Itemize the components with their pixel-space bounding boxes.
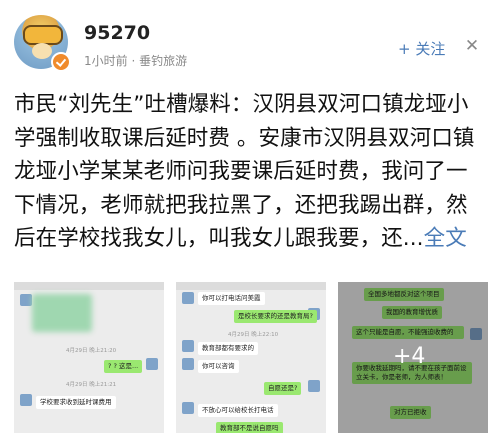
chat-avatar (182, 358, 194, 370)
gallery-image-1[interactable]: 4月29日 晚上21:20 ? ? 这是... 4月29日 晚上21:21 学校… (14, 282, 164, 433)
follow-button[interactable]: + 关注 (398, 38, 445, 59)
post-body: 市民“刘先生”吐槽爆料：汉阴县双河口镇龙垭小学强制收取课后延时费 。安康市汉阴县… (14, 88, 488, 256)
blurred-image (32, 294, 92, 332)
chat-bubble: 是校长要求的还是教育局? (234, 310, 317, 323)
avatar-mascot-graphic (23, 25, 63, 45)
chat-avatar (146, 358, 158, 370)
image-gallery: 4月29日 晚上21:20 ? ? 这是... 4月29日 晚上21:21 学校… (14, 282, 488, 433)
close-icon[interactable]: ✕ (462, 36, 482, 56)
chat-bubble: ? ? 这是... (104, 360, 143, 373)
chat-avatar (20, 294, 32, 306)
chat-timestamp: 4月29日 晚上22:10 (228, 332, 279, 338)
chat-bubble: 自愿还是? (264, 382, 302, 395)
chat-timestamp: 4月29日 晚上21:20 (66, 348, 117, 354)
post-header: 95270 1小时前 · 垂钓旅游 + 关注 ✕ (0, 0, 500, 82)
avatar-face-graphic (32, 43, 52, 59)
chat-avatar (182, 292, 194, 304)
chat-bubble: 学校要求收到延时课费用 (36, 396, 116, 409)
chat-bubble: 不放心可以给校长打电话 (198, 404, 278, 417)
chat-bubble: 教育部都有要求的 (198, 342, 258, 355)
full-text-link[interactable]: 全文 (424, 226, 467, 251)
chat-top-bar (176, 282, 326, 290)
chat-avatar (20, 394, 32, 406)
more-images-count[interactable]: +4 (393, 344, 425, 369)
gallery-image-2[interactable]: 你可以打电话问美霞 是校长要求的还是教育局? 4月29日 晚上22:10 教育部… (176, 282, 326, 433)
chat-avatar (182, 402, 194, 414)
verified-badge-icon (51, 52, 71, 72)
post-meta: 1小时前 · 垂钓旅游 (84, 54, 188, 68)
username[interactable]: 95270 (84, 22, 150, 44)
gallery-image-3[interactable]: 全国多地都反对这个项目 我国的教育增优质 这个只能是自愿，不能强迫收费的 你要收… (338, 282, 488, 433)
chat-bubble: 你可以咨询 (198, 360, 239, 373)
chat-timestamp: 4月29日 晚上21:21 (66, 382, 117, 388)
chat-avatar (308, 380, 320, 392)
chat-bubble: 教育部不是说自愿吗 (216, 422, 283, 433)
chat-bubble: 你可以打电话问美霞 (198, 292, 265, 305)
chat-top-bar (14, 282, 164, 290)
post-text: 市民“刘先生”吐槽爆料：汉阴县双河口镇龙垭小学强制收取课后延时费 。安康市汉阴县… (14, 92, 475, 251)
chat-avatar (182, 340, 194, 352)
